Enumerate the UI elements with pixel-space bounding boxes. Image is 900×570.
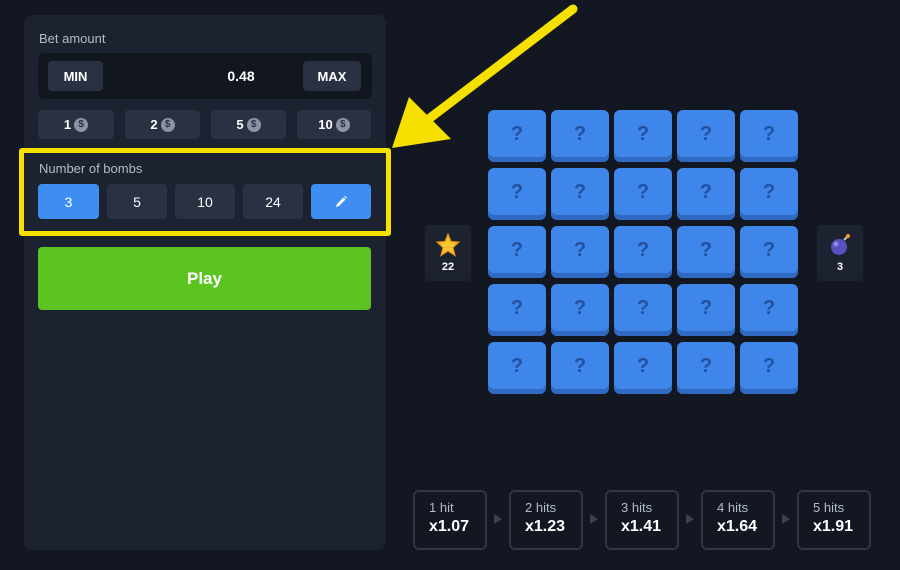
- tile[interactable]: ?: [614, 342, 672, 394]
- tile[interactable]: ?: [740, 168, 798, 220]
- tile[interactable]: ?: [614, 226, 672, 278]
- multiplier-card-5: 5 hits x1.91: [797, 490, 871, 550]
- multiplier-card-1: 1 hit x1.07: [413, 490, 487, 550]
- multiplier-card-4: 4 hits x1.64: [701, 490, 775, 550]
- multiplier-value: x1.07: [429, 518, 470, 535]
- bombs-count: 3: [836, 261, 844, 273]
- tile[interactable]: ?: [677, 168, 735, 220]
- multiplier-value: x1.64: [717, 518, 758, 535]
- bombs-remaining-indicator: 3: [817, 225, 863, 281]
- multiplier-card-3: 3 hits x1.41: [605, 490, 679, 550]
- arrow-right-icon: [686, 514, 694, 524]
- tile[interactable]: ?: [614, 168, 672, 220]
- hits-label: 5 hits: [813, 500, 845, 515]
- stars-count: 22: [441, 261, 455, 273]
- tile[interactable]: ?: [551, 168, 609, 220]
- tile[interactable]: ?: [740, 226, 798, 278]
- hits-label: 1 hit: [429, 500, 454, 515]
- arrow-right-icon: [590, 514, 598, 524]
- multiplier-value: x1.91: [813, 518, 854, 535]
- tile[interactable]: ?: [677, 342, 735, 394]
- tile[interactable]: ?: [551, 110, 609, 162]
- tile[interactable]: ?: [677, 226, 735, 278]
- bomb-icon: [831, 234, 850, 255]
- tile[interactable]: ?: [551, 226, 609, 278]
- tile[interactable]: ?: [488, 110, 546, 162]
- tile[interactable]: ?: [677, 110, 735, 162]
- tile[interactable]: ?: [614, 284, 672, 336]
- tile[interactable]: ?: [740, 110, 798, 162]
- tile[interactable]: ?: [677, 284, 735, 336]
- tile[interactable]: ?: [740, 284, 798, 336]
- hits-label: 2 hits: [525, 500, 557, 515]
- tile[interactable]: ?: [488, 342, 546, 394]
- arrow-right-icon: [782, 514, 790, 524]
- tile[interactable]: ?: [614, 110, 672, 162]
- tile[interactable]: ?: [488, 168, 546, 220]
- multiplier-value: x1.23: [525, 518, 566, 535]
- arrow-right-icon: [494, 514, 502, 524]
- tile[interactable]: ?: [488, 226, 546, 278]
- hits-label: 3 hits: [621, 500, 653, 515]
- multiplier-value: x1.41: [621, 518, 662, 535]
- star-icon: [436, 233, 460, 257]
- tile[interactable]: ?: [488, 284, 546, 336]
- multiplier-card-2: 2 hits x1.23: [509, 490, 583, 550]
- tile[interactable]: ?: [740, 342, 798, 394]
- tile[interactable]: ?: [551, 284, 609, 336]
- hits-label: 4 hits: [717, 500, 749, 515]
- tile[interactable]: ?: [551, 342, 609, 394]
- stars-remaining-indicator: 22: [425, 225, 471, 281]
